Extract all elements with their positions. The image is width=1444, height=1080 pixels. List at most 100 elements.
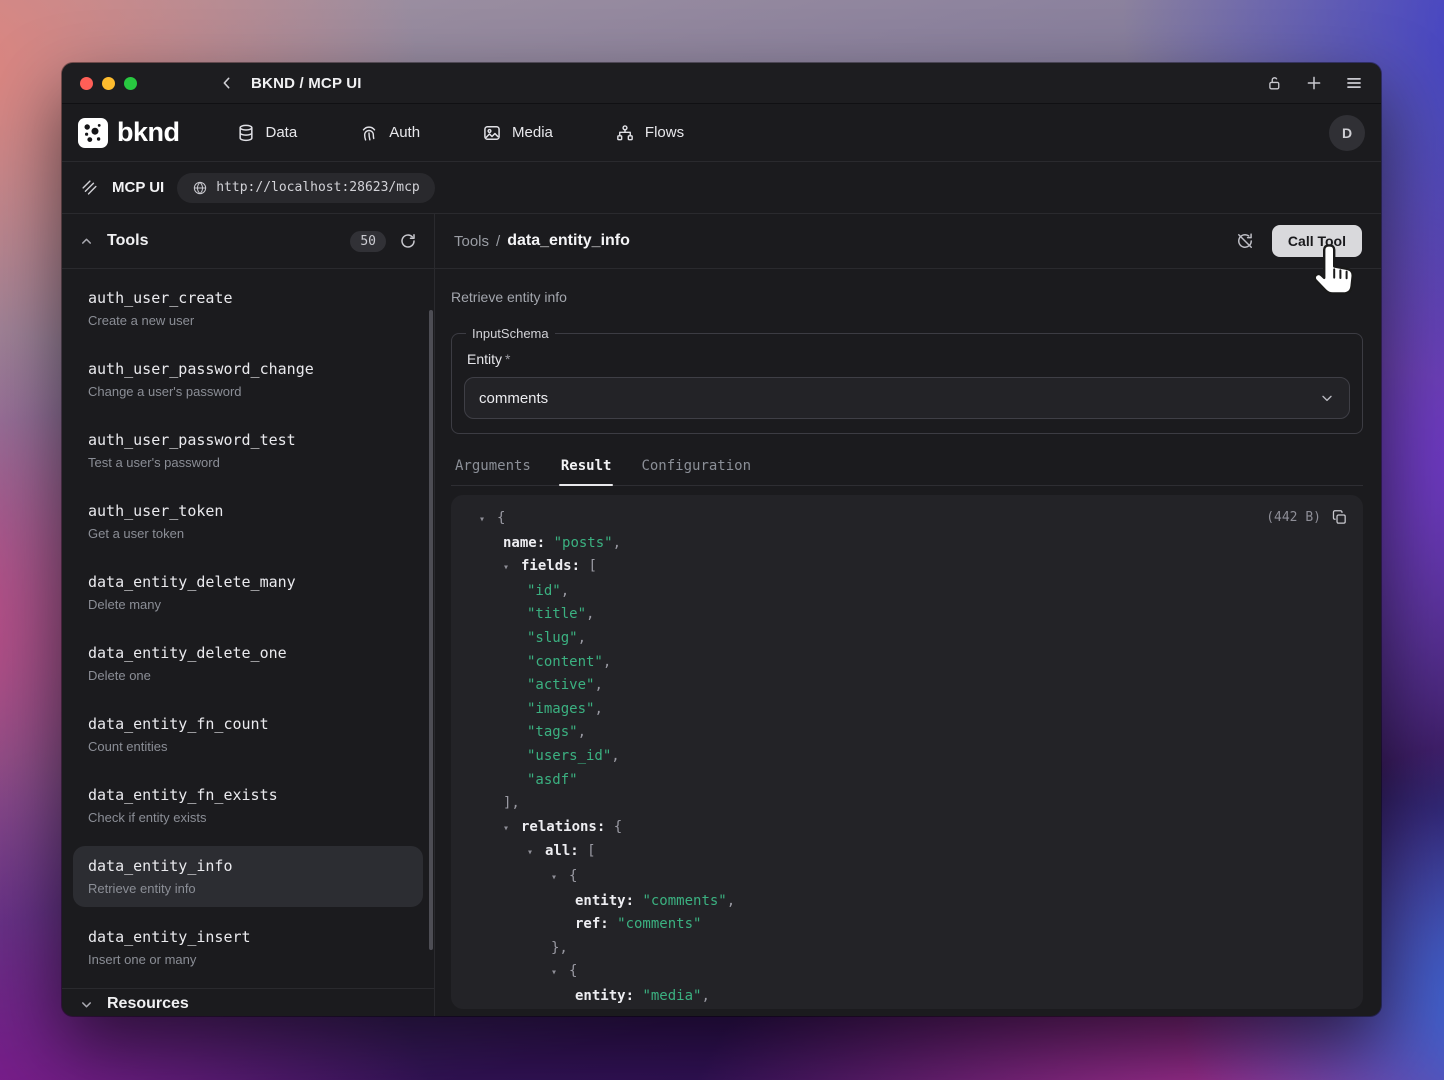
json-token-punc: { bbox=[605, 819, 622, 835]
collapse-arrow-icon[interactable]: ▾ bbox=[551, 866, 569, 890]
input-schema-fieldset: InputSchema Entity* comments bbox=[451, 326, 1363, 434]
sidebar: Tools 50 auth_user_createCreate a new us… bbox=[62, 214, 435, 1016]
tool-list-item[interactable]: data_entity_info Retrieve entity info bbox=[73, 846, 423, 907]
copy-icon[interactable] bbox=[1331, 509, 1348, 526]
json-token-punc: { bbox=[569, 868, 577, 884]
json-token-punc: , bbox=[611, 748, 619, 764]
json-token-str: "title" bbox=[527, 606, 586, 622]
tools-section-header[interactable]: Tools 50 bbox=[62, 214, 434, 269]
tool-description: Change a user's password bbox=[88, 383, 408, 400]
json-token-punc: , bbox=[701, 988, 709, 1004]
breadcrumb-section[interactable]: Tools bbox=[454, 233, 489, 250]
tool-list-item[interactable]: auth_user_password_testTest a user's pas… bbox=[73, 420, 423, 481]
new-tab-icon[interactable] bbox=[1305, 74, 1323, 92]
chevron-down-icon bbox=[1319, 390, 1335, 406]
json-token-punc: , bbox=[586, 606, 594, 622]
result-panel: (442 B) ▾{name: "posts",▾fields: ["id","… bbox=[451, 495, 1363, 1009]
tool-description: Retrieve entity info bbox=[88, 880, 408, 897]
json-token-punc: , bbox=[727, 893, 735, 909]
json-token-key: relations: bbox=[521, 819, 605, 835]
call-tool-button[interactable]: Call Tool bbox=[1272, 225, 1362, 257]
collapse-arrow-icon[interactable]: ▾ bbox=[503, 817, 521, 841]
tool-description: Get a user token bbox=[88, 525, 408, 542]
json-token-str: "comments" bbox=[634, 893, 727, 909]
nav-item-data[interactable]: Data bbox=[236, 123, 298, 143]
workflow-icon bbox=[615, 123, 635, 143]
json-token-key: all: bbox=[545, 843, 579, 859]
main-header: Tools / data_entity_info Call Tool bbox=[435, 214, 1381, 269]
nav-item-flows[interactable]: Flows bbox=[615, 123, 684, 143]
tool-name: data_entity_info bbox=[88, 856, 408, 876]
avatar[interactable]: D bbox=[1329, 115, 1365, 151]
json-token-key: entity: bbox=[575, 988, 634, 1004]
tool-list-item[interactable]: auth_user_createCreate a new user bbox=[73, 278, 423, 339]
menu-icon[interactable] bbox=[1345, 74, 1363, 92]
minimize-window-icon[interactable] bbox=[102, 77, 115, 90]
tool-list-item[interactable]: data_entity_delete_manyDelete many bbox=[73, 562, 423, 623]
tab-configuration[interactable]: Configuration bbox=[639, 449, 753, 485]
mcp-url-chip[interactable]: http://localhost:28623/mcp bbox=[177, 173, 435, 203]
maximize-window-icon[interactable] bbox=[124, 77, 137, 90]
json-token-key: ref: bbox=[575, 916, 609, 932]
json-token-punc: }, bbox=[551, 940, 568, 956]
tool-description: Retrieve entity info bbox=[451, 289, 1363, 305]
collapse-arrow-icon[interactable]: ▾ bbox=[551, 961, 569, 985]
resources-section-label: Resources bbox=[107, 995, 189, 1013]
chevron-down-icon bbox=[79, 997, 94, 1012]
tool-description: Insert one or many bbox=[88, 951, 408, 968]
tool-list-item[interactable]: data_entity_delete_oneDelete one bbox=[73, 633, 423, 694]
resources-section-header[interactable]: Resources bbox=[62, 988, 434, 1016]
json-line: "images", bbox=[465, 698, 1347, 722]
json-token-punc: [ bbox=[580, 558, 597, 574]
entity-select[interactable]: comments bbox=[464, 377, 1350, 419]
entity-field-label: Entity* bbox=[467, 351, 1350, 367]
mcp-page-title: MCP UI bbox=[112, 179, 164, 196]
window-title: BKND / MCP UI bbox=[251, 75, 362, 92]
required-mark: * bbox=[505, 351, 510, 367]
result-size-label: (442 B) bbox=[1266, 510, 1321, 525]
brand-logo[interactable]: bknd bbox=[78, 117, 180, 148]
json-line: "content", bbox=[465, 651, 1347, 675]
json-token-str: "tags" bbox=[527, 724, 578, 740]
nav-item-label: Media bbox=[512, 124, 553, 141]
nav-item-label: Data bbox=[266, 124, 298, 141]
tool-name: data_entity_fn_count bbox=[88, 714, 408, 734]
json-line: entity: "comments", bbox=[465, 890, 1347, 914]
tool-list-item[interactable]: data_entity_fn_countCount entities bbox=[73, 704, 423, 765]
app-window: BKND / MCP UI bknd DataAuthMediaFlows D … bbox=[62, 63, 1381, 1016]
tool-list-item[interactable]: auth_user_tokenGet a user token bbox=[73, 491, 423, 552]
collapse-arrow-icon[interactable]: ▾ bbox=[503, 556, 521, 580]
json-line: "slug", bbox=[465, 627, 1347, 651]
tool-description: Test a user's password bbox=[88, 454, 408, 471]
json-line: ref: "comments" bbox=[465, 913, 1347, 937]
titlebar: BKND / MCP UI bbox=[62, 63, 1381, 104]
collapse-arrow-icon[interactable]: ▾ bbox=[527, 841, 545, 865]
auto-refresh-off-icon[interactable] bbox=[1235, 231, 1255, 251]
tools-count-badge: 50 bbox=[350, 231, 386, 252]
tools-list: auth_user_createCreate a new user auth_us… bbox=[62, 269, 434, 988]
tab-arguments[interactable]: Arguments bbox=[453, 449, 533, 485]
back-icon[interactable] bbox=[219, 75, 235, 91]
close-window-icon[interactable] bbox=[80, 77, 93, 90]
image-icon bbox=[482, 123, 502, 143]
database-icon bbox=[236, 123, 256, 143]
refresh-icon[interactable] bbox=[399, 232, 417, 250]
tool-name: data_entity_delete_one bbox=[88, 643, 408, 663]
nav-item-auth[interactable]: Auth bbox=[359, 123, 420, 143]
globe-icon bbox=[192, 180, 208, 196]
tool-list-item[interactable]: data_entity_fn_existsCheck if entity exi… bbox=[73, 775, 423, 836]
tool-list-item[interactable]: data_entity_insertInsert one or many bbox=[73, 917, 423, 978]
json-line: "active", bbox=[465, 674, 1347, 698]
json-token-punc: , bbox=[613, 535, 621, 551]
main-panel: Tools / data_entity_info Call Tool Retri… bbox=[435, 214, 1381, 1016]
tool-name: data_entity_delete_many bbox=[88, 572, 408, 592]
bknd-logo-icon bbox=[78, 118, 108, 148]
sidebar-scrollbar[interactable] bbox=[429, 310, 433, 950]
collapse-arrow-icon[interactable]: ▾ bbox=[479, 508, 497, 532]
tab-result[interactable]: Result bbox=[559, 449, 614, 485]
json-line: ref: "images" bbox=[465, 1008, 1347, 1009]
lock-open-icon[interactable] bbox=[1266, 75, 1283, 92]
tool-list-item[interactable]: auth_user_password_changeChange a user's… bbox=[73, 349, 423, 410]
nav-item-media[interactable]: Media bbox=[482, 123, 553, 143]
json-token-key: entity: bbox=[575, 893, 634, 909]
